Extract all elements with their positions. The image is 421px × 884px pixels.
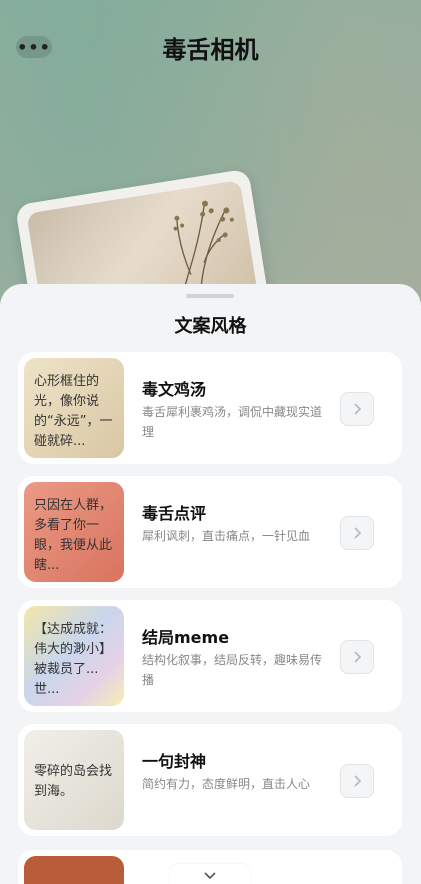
style-card[interactable]: 【达成成就：伟大的渺小】被裁员了... 世... 结局meme 结构化叙事，结局… [18,600,402,712]
style-thumbnail [24,856,124,884]
select-style-button[interactable] [340,516,374,550]
thumbnail-text: 只因在人群，多看了你一眼，我便从此瞎... [34,498,113,573]
style-description: 犀利讽刺，直击痛点，一针见血 [142,529,311,543]
style-bottom-sheet: 文案风格 心形框住的光，像你说的“永远”，一碰就碎... 毒文鸡汤 毒舌犀利裹鸡… [0,284,421,884]
style-description: 毒舌犀利裹鸡汤，调侃中藏现实道理 [142,405,323,439]
style-name: 一句封神 [142,752,207,771]
top-bar: ••• 毒舌相机 [0,28,421,68]
select-style-button[interactable] [340,640,374,674]
style-card[interactable]: 心形框住的光，像你说的“永远”，一碰就碎... 毒文鸡汤 毒舌犀利裹鸡汤，调侃中… [18,352,402,464]
chevron-right-icon [354,651,362,663]
style-thumbnail: 【达成成就：伟大的渺小】被裁员了... 世... [24,606,124,706]
chevron-right-icon [354,403,362,415]
style-thumbnail: 只因在人群，多看了你一眼，我便从此瞎... [24,482,124,582]
thumbnail-text: 零碎的岛会找到海。 [34,764,113,799]
style-card[interactable]: 零碎的岛会找到海。 一句封神 简约有力，态度鲜明，直击人心 [18,724,402,836]
chevron-right-icon [354,775,362,787]
thumbnail-text: 心形框住的光，像你说的“永远”，一碰就碎... [34,374,113,449]
chevron-down-icon [204,872,216,880]
style-thumbnail: 心形框住的光，像你说的“永远”，一碰就碎... [24,358,124,458]
page-title: 毒舌相机 [162,36,259,64]
thumbnail-text: 【达成成就：伟大的渺小】被裁员了... 世... [34,622,113,697]
style-name: 毒文鸡汤 [142,380,207,399]
collapse-button[interactable] [170,864,250,884]
style-description: 简约有力，态度鲜明，直击人心 [142,777,311,791]
style-card[interactable]: 只因在人群，多看了你一眼，我便从此瞎... 毒舌点评 犀利讽刺，直击痛点，一针见… [18,476,402,588]
style-thumbnail: 零碎的岛会找到海。 [24,730,124,830]
sheet-grabber[interactable] [186,294,234,298]
chevron-right-icon [354,527,362,539]
style-name: 结局meme [142,628,230,647]
style-name: 毒舌点评 [142,504,207,523]
sheet-title: 文案风格 [174,316,247,337]
select-style-button[interactable] [340,392,374,426]
select-style-button[interactable] [340,764,374,798]
style-description: 结构化叙事，结局反转，趣味易传播 [142,653,323,687]
